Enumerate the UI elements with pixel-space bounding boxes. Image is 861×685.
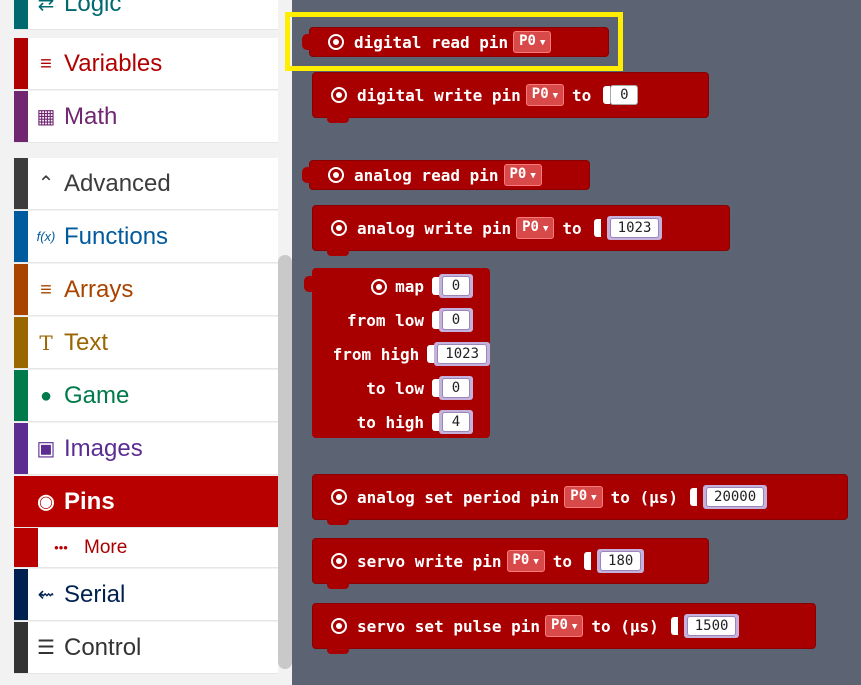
value-input[interactable]: 0 (442, 378, 470, 398)
value-input[interactable]: 1023 (609, 218, 660, 238)
category-variables[interactable]: ≡ Variables (14, 38, 278, 90)
dropdown-arrow-icon: ▼ (530, 171, 536, 181)
block-label: to low (366, 378, 424, 398)
value-input[interactable]: 0 (442, 310, 470, 330)
pin-icon (331, 553, 347, 569)
map-row: to high 4 (312, 407, 490, 437)
analog-set-period-block[interactable]: analog set period pin P0 ▼ to (µs) 20000 (312, 474, 848, 525)
analog-write-block[interactable]: analog write pin P0 ▼ to 1023 (312, 205, 730, 256)
pin-icon (331, 87, 347, 103)
category-label: Game (64, 381, 130, 409)
toolbox: ⇄ Logic ≡ Variables ▦ Math ⌃ Advanced f(x) Fu… (0, 0, 292, 685)
pin-icon (331, 489, 347, 505)
category-pins[interactable]: ◉ Pins (14, 476, 278, 528)
map-block[interactable]: map 0 from low 0 from high 1023 to low 0 to … (304, 268, 490, 438)
pin-icon (331, 220, 347, 236)
category-label: Variables (64, 49, 163, 77)
pin-dropdown[interactable]: P0 ▼ (525, 84, 565, 106)
category-game[interactable]: ● Game (14, 370, 278, 422)
category-label: More (84, 536, 128, 558)
value-input[interactable]: 4 (442, 412, 470, 432)
map-row: from low 0 (312, 305, 490, 335)
category-label: Arrays (64, 275, 134, 303)
value-input[interactable]: 1500 (686, 616, 737, 636)
category-control[interactable]: ☰ Control (14, 622, 278, 674)
value-input[interactable]: 0 (610, 85, 639, 105)
category-label: Control (64, 633, 142, 661)
category-label: Math (64, 102, 118, 130)
value-input[interactable]: 180 (600, 551, 642, 571)
toolbox-scrollbar[interactable] (278, 255, 292, 669)
category-label: Functions (64, 222, 169, 250)
dropdown-arrow-icon: ▼ (552, 91, 559, 101)
block-label: digital write pin (357, 85, 521, 105)
category-functions[interactable]: f(x) Functions (14, 211, 278, 263)
category-advanced[interactable]: ⌃ Advanced (14, 158, 278, 210)
category-serial[interactable]: ⇜ Serial (14, 569, 278, 621)
category-label: Pins (64, 487, 115, 515)
map-row: map 0 (312, 271, 490, 301)
dropdown-arrow-icon: ▼ (591, 493, 597, 503)
block-label: analog read pin (354, 165, 499, 185)
dropdown-arrow-icon: ▼ (571, 622, 578, 632)
highlight-box (285, 12, 623, 71)
block-label: to (552, 551, 573, 571)
value-input[interactable]: 0 (442, 276, 470, 296)
block-label: to (572, 85, 592, 105)
pin-dropdown[interactable]: P0 ▼ (564, 486, 603, 508)
category-label: Logic (64, 0, 122, 17)
category-math[interactable]: ▦ Math (14, 91, 278, 143)
pin-icon (328, 167, 344, 183)
map-row: to low 0 (312, 373, 490, 403)
category-text[interactable]: T Text (14, 317, 278, 369)
dropdown-arrow-icon: ▼ (533, 557, 539, 567)
block-label: to (562, 218, 582, 238)
block-label: to high (356, 412, 424, 432)
pin-icon (331, 618, 347, 634)
digital-write-block[interactable]: digital write pin P0 ▼ to 0 (312, 72, 709, 123)
servo-write-block[interactable]: servo write pin P0 ▼ to 180 (312, 538, 709, 589)
pin-dropdown[interactable]: P0 ▼ (506, 550, 545, 572)
category-more[interactable]: ••• More (14, 528, 278, 568)
category-logic[interactable]: ⇄ Logic (14, 0, 278, 30)
block-label: servo write pin (357, 551, 502, 571)
category-label: Advanced (64, 169, 171, 197)
block-label: to (µs) (610, 487, 679, 507)
category-arrays[interactable]: ≡ Arrays (14, 264, 278, 316)
pin-icon (371, 279, 388, 295)
value-input[interactable]: 20000 (706, 487, 765, 507)
dropdown-arrow-icon: ▼ (542, 224, 549, 234)
block-label: to (µs) (591, 616, 659, 636)
pin-dropdown[interactable]: P0 ▼ (545, 615, 584, 637)
pin-dropdown[interactable]: P0 ▼ (503, 164, 542, 186)
category-images[interactable]: ▣ Images (14, 423, 278, 475)
block-label: servo set pulse pin (357, 616, 541, 636)
servo-set-pulse-block[interactable]: servo set pulse pin P0 ▼ to (µs) 1500 (312, 603, 816, 654)
pin-dropdown[interactable]: P0 ▼ (516, 217, 555, 239)
block-label: from high (332, 344, 420, 364)
block-label: from low (346, 310, 424, 330)
category-label: Images (64, 434, 143, 462)
block-label: analog set period pin (357, 487, 560, 507)
category-label: Text (64, 328, 109, 356)
block-label: map (395, 276, 424, 296)
map-row: from high 1023 (312, 339, 490, 369)
value-input[interactable]: 1023 (437, 344, 487, 364)
block-label: analog write pin (357, 218, 512, 238)
category-label: Serial (64, 580, 126, 608)
analog-read-block[interactable]: analog read pin P0 ▼ (302, 160, 590, 190)
